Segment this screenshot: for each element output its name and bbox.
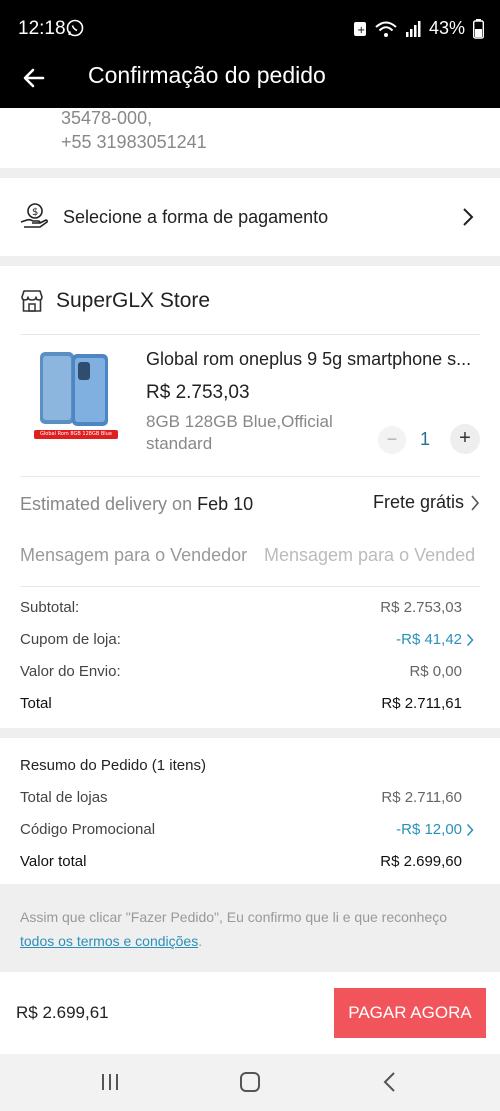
- battery-percent: 43%: [428, 18, 465, 38]
- store-name[interactable]: SuperGLX Store: [56, 289, 210, 313]
- checkout-bar: R$ 2.699,61 PAGAR AGORA: [0, 972, 500, 1054]
- seller-message-label: Mensagem para o Vendedor: [20, 545, 248, 565]
- recent-apps-icon[interactable]: [100, 1068, 120, 1101]
- grand-total-label: Valor total: [20, 853, 87, 870]
- chevron-right-icon: [471, 494, 480, 511]
- battery-icon: [473, 18, 484, 39]
- grand-total-row: Valor total R$ 2.699,60: [20, 853, 462, 870]
- shipping-cost-label: Valor do Envio:: [20, 663, 121, 680]
- signal-icon: [405, 20, 421, 37]
- page-title: Confirmação do pedido: [88, 62, 326, 88]
- terms-notice: Assim que clicar "Fazer Pedido", Eu conf…: [20, 905, 480, 953]
- back-arrow-icon[interactable]: [20, 63, 50, 93]
- promo-code-row[interactable]: Código Promocional -R$ 12,00: [20, 821, 462, 838]
- svg-text:+: +: [357, 25, 365, 36]
- store-coupon-label: Cupom de loja:: [20, 631, 121, 648]
- product-price: R$ 2.753,03: [146, 382, 250, 403]
- quantity-increase-button[interactable]: +: [450, 424, 480, 454]
- payment-hand-icon: $: [20, 202, 48, 235]
- address-phone: +55 31983051241: [61, 132, 207, 152]
- shipping-label: Frete grátis: [372, 492, 464, 512]
- app-bar: Confirmação do pedido: [0, 56, 500, 108]
- checkout-amount: R$ 2.699,61: [16, 1003, 109, 1022]
- promo-code-label: Código Promocional: [20, 821, 156, 838]
- store-coupon-value: -R$ 41,42: [396, 631, 462, 648]
- chevron-right-icon[interactable]: [466, 633, 474, 652]
- wifi-icon: [375, 21, 397, 37]
- chevron-right-icon: [462, 207, 474, 232]
- product-image[interactable]: Global Rom 8GB 128GB Blue: [34, 352, 124, 442]
- grand-total-value: R$ 2.699,60: [380, 853, 462, 870]
- store-total-value: R$ 2.711,61: [381, 695, 462, 712]
- home-icon[interactable]: [238, 1068, 262, 1101]
- quantity-decrease-button[interactable]: −: [378, 426, 406, 454]
- stores-total-value: R$ 2.711,60: [381, 789, 462, 806]
- delivery-date: Feb 10: [197, 494, 254, 514]
- divider: [20, 476, 480, 477]
- svg-text:$: $: [32, 207, 38, 218]
- chevron-right-icon[interactable]: [466, 823, 474, 842]
- divider: [20, 334, 480, 335]
- pay-now-button[interactable]: PAGAR AGORA: [334, 988, 486, 1038]
- terms-link[interactable]: todos os termos e condições: [20, 933, 198, 949]
- status-time: 12:18: [18, 18, 66, 39]
- store-coupon-row[interactable]: Cupom de loja: -R$ 41,42: [20, 631, 462, 648]
- address-zip: 35478-000,: [61, 108, 153, 128]
- status-icons: + 43%: [353, 18, 484, 39]
- whatsapp-icon: [66, 19, 84, 42]
- shipping-cost-value: R$ 0,00: [409, 663, 462, 680]
- product-variant[interactable]: 8GB 128GB Blue,Official standard: [146, 411, 366, 455]
- quantity-value: 1: [420, 429, 431, 449]
- store-total-label: Total: [20, 695, 52, 712]
- status-bar: 12:18 + 43%: [0, 0, 500, 56]
- delivery-estimate: Estimated delivery on Feb 10: [20, 494, 253, 515]
- stores-total-row: Total de lojas R$ 2.711,60: [20, 789, 462, 806]
- payment-method-row[interactable]: $ Selecione a forma de pagamento: [0, 178, 500, 256]
- alarm-icon: +: [353, 21, 366, 36]
- delivery-prefix: Estimated delivery on: [20, 494, 193, 514]
- system-nav-bar: [0, 1054, 500, 1111]
- shipping-option[interactable]: Frete grátis: [373, 492, 480, 513]
- seller-message-input[interactable]: [264, 542, 482, 568]
- terms-end: .: [198, 933, 203, 949]
- divider: [20, 586, 480, 587]
- order-summary-title: Resumo do Pedido (1 itens): [20, 757, 206, 774]
- product-image-caption: Global Rom 8GB 128GB Blue: [40, 431, 112, 437]
- store-icon: [20, 290, 44, 317]
- store-card: SuperGLX Store Global Rom 8GB 128GB Blue…: [0, 266, 500, 728]
- subtotal-label: Subtotal:: [20, 599, 80, 616]
- store-total-row: Total R$ 2.711,61: [20, 695, 462, 712]
- order-summary-card: Resumo do Pedido (1 itens) Total de loja…: [0, 738, 500, 884]
- shipping-cost-row: Valor do Envio: R$ 0,00: [20, 663, 462, 680]
- address-card[interactable]: 35478-000, +55 31983051241: [0, 108, 500, 168]
- terms-text: Assim que clicar "Fazer Pedido", Eu conf…: [20, 909, 448, 925]
- subtotal-value: R$ 2.753,03: [380, 599, 462, 616]
- payment-method-label: Selecione a forma de pagamento: [63, 207, 329, 227]
- product-title[interactable]: Global rom oneplus 9 5g smartphone s...: [146, 349, 478, 370]
- subtotal-row: Subtotal: R$ 2.753,03: [20, 599, 462, 616]
- promo-code-value: -R$ 12,00: [396, 821, 462, 838]
- stores-total-label: Total de lojas: [20, 789, 108, 806]
- back-nav-icon[interactable]: [380, 1068, 400, 1101]
